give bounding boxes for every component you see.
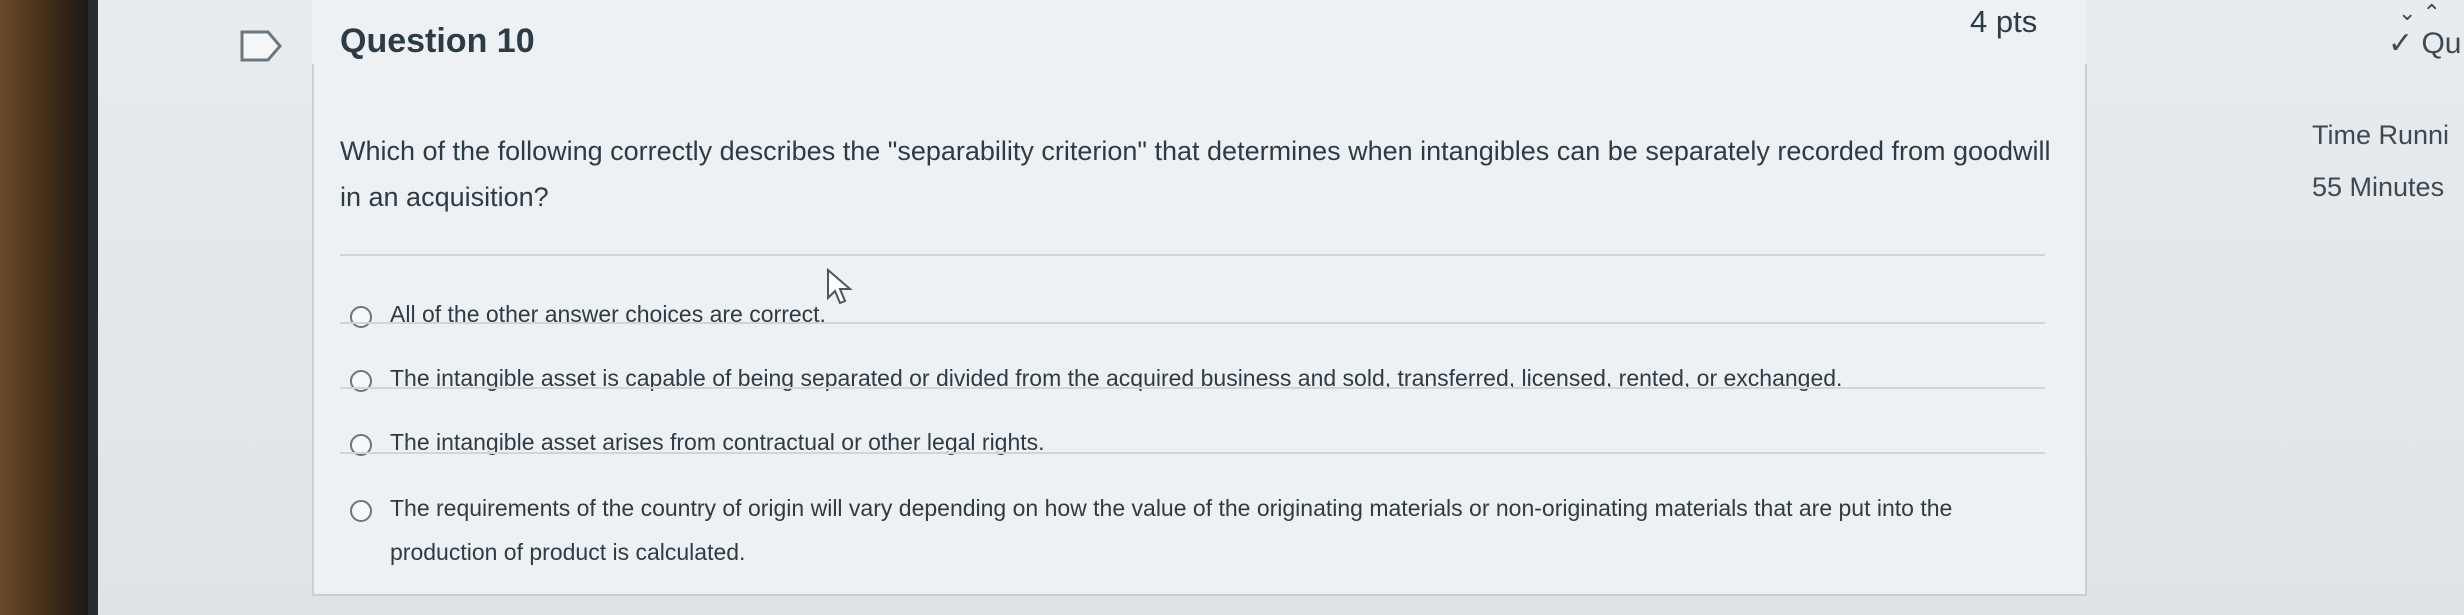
question-header: [312, 0, 2087, 66]
time-remaining-value: 55 Minutes: [2312, 172, 2445, 202]
time-running-label: Time Runni: [2312, 120, 2450, 150]
flag-question-icon[interactable]: [240, 30, 282, 62]
question-title: Question 10: [340, 22, 535, 60]
divider: [340, 452, 2045, 454]
question-points: 4 pts: [1970, 4, 2038, 39]
question-text: Which of the following correctly describ…: [340, 136, 2051, 212]
chevron-up-icon[interactable]: ⌄ ⌃: [2398, 0, 2441, 26]
screen-edge: [88, 0, 98, 615]
answer-label: The intangible asset arises from contrac…: [390, 429, 1045, 455]
answer-option-1[interactable]: All of the other answer choices are corr…: [350, 301, 2050, 336]
answer-label: The intangible asset is capable of being…: [390, 365, 1843, 391]
answer-option-3[interactable]: The intangible asset arises from contrac…: [350, 429, 2050, 464]
answer-label: All of the other answer choices are corr…: [390, 301, 826, 327]
divider: [340, 254, 2045, 256]
divider: [340, 322, 2045, 324]
mouse-pointer-icon: [827, 268, 853, 305]
radio-button[interactable]: [350, 500, 372, 522]
monitor-bezel: [0, 0, 88, 615]
radio-button[interactable]: [350, 306, 372, 328]
divider: [340, 387, 2045, 389]
answer-option-2[interactable]: The intangible asset is capable of being…: [350, 365, 2050, 400]
answer-option-4[interactable]: The requirements of the country of origi…: [350, 495, 2050, 574]
answer-label: The requirements of the country of origi…: [390, 495, 1953, 565]
question-nav-item[interactable]: ✓ Qu: [2388, 26, 2462, 61]
side-panel: [2250, 0, 2464, 615]
